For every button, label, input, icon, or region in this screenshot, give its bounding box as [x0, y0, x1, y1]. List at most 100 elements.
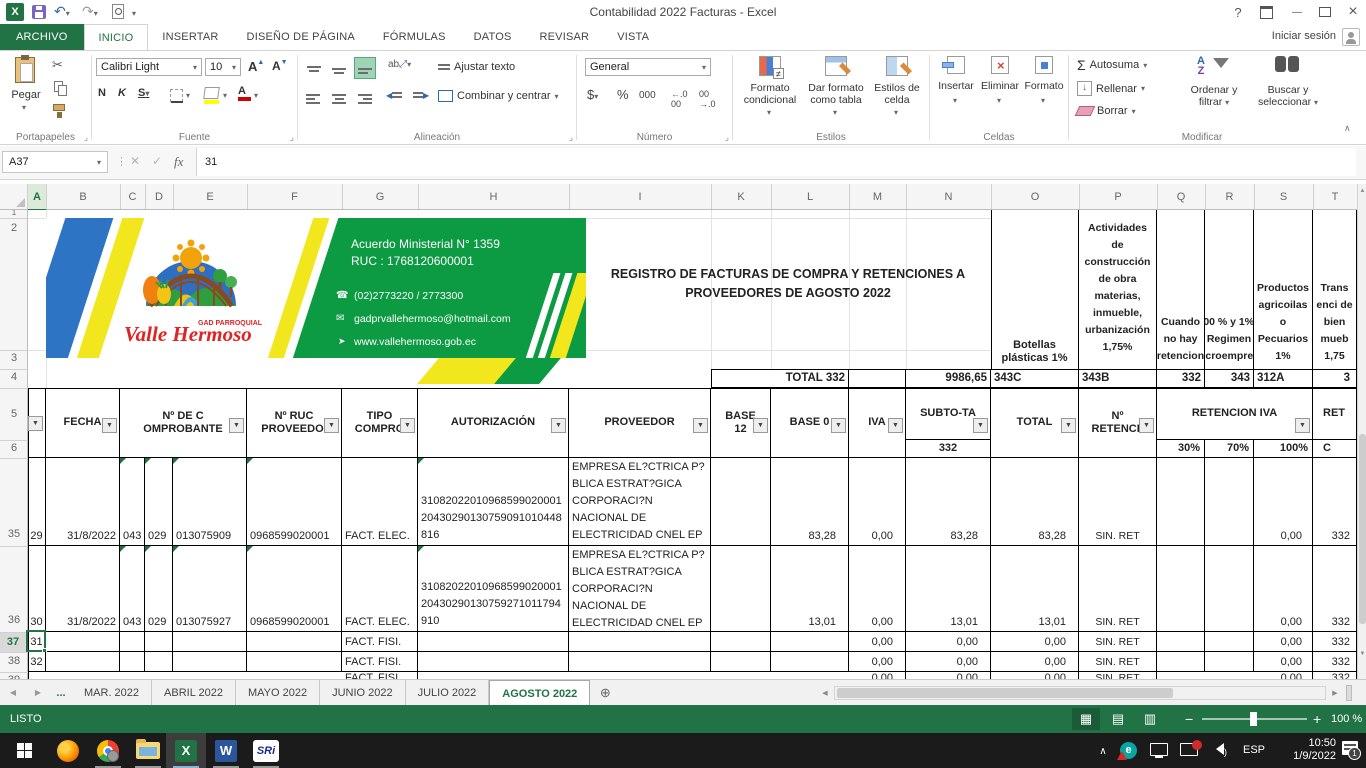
- cell-B35[interactable]: 31/8/2022: [46, 458, 120, 546]
- cell-L35[interactable]: 83,28: [771, 458, 849, 546]
- column-header-N[interactable]: N: [906, 184, 992, 209]
- cell-A35[interactable]: 29: [28, 458, 46, 546]
- filter-button-total[interactable]: ▼: [1061, 418, 1076, 433]
- header-cell-comprobante[interactable]: Nº DE C OMPROBANTE▼: [120, 388, 247, 458]
- tab-insertar[interactable]: INSERTAR: [148, 24, 232, 50]
- cell-O4[interactable]: 343C: [991, 369, 1079, 388]
- cell-S39[interactable]: 0,00: [1254, 672, 1313, 679]
- tab-revisar[interactable]: REVISAR: [526, 24, 604, 50]
- underline-button[interactable]: S▾: [138, 87, 149, 99]
- scroll-down-button[interactable]: ▼: [1358, 647, 1366, 661]
- cell-Q4[interactable]: 332: [1157, 369, 1205, 388]
- cell-R4[interactable]: 343: [1205, 369, 1254, 388]
- network-icon[interactable]: [1150, 743, 1168, 756]
- cell-L37[interactable]: [771, 632, 849, 652]
- sheet-tab-mayo-2022[interactable]: MAYO 2022: [236, 680, 320, 705]
- cell-P39[interactable]: SIN. RET: [1079, 672, 1157, 679]
- cell-M4[interactable]: [849, 369, 906, 388]
- name-box[interactable]: A37▾: [2, 151, 108, 173]
- close-button[interactable]: ×: [1340, 2, 1366, 22]
- shrink-font-button[interactable]: A▼: [272, 59, 288, 73]
- cell-L38[interactable]: [771, 652, 849, 672]
- filter-button-proveedor[interactable]: ▼: [693, 418, 708, 433]
- maximize-button[interactable]: [1312, 2, 1338, 22]
- increase-decimal-button[interactable]: ←.000: [671, 89, 688, 109]
- borders-caret-icon[interactable]: ▾: [186, 91, 190, 100]
- select-all-corner[interactable]: [0, 184, 28, 209]
- insert-function-button[interactable]: fx: [174, 154, 183, 170]
- header-cell-base12[interactable]: BASE 12▼: [711, 388, 771, 458]
- row-header-6[interactable]: 6: [0, 442, 28, 454]
- cell-C36[interactable]: 043: [120, 546, 145, 632]
- grid[interactable]: 1 2 3 4 5 6 35 36 37 38 39: [0, 210, 1357, 679]
- cell-P37[interactable]: SIN. RET: [1079, 632, 1157, 652]
- filter-button-base12[interactable]: ▼: [753, 418, 768, 433]
- filter-button-tipo[interactable]: ▼: [400, 418, 415, 433]
- start-button[interactable]: [0, 733, 48, 768]
- user-avatar-icon[interactable]: [1342, 28, 1360, 46]
- subheader-332[interactable]: 332: [906, 440, 991, 458]
- hscroll-right-button[interactable]: ▶: [1328, 686, 1342, 700]
- column-header-M[interactable]: M: [849, 184, 907, 209]
- word-icon[interactable]: W: [206, 733, 246, 768]
- cell-N38[interactable]: 0,00: [906, 652, 991, 672]
- row-header-4[interactable]: 4: [0, 371, 28, 383]
- header-cell-fecha[interactable]: FECHA▼: [46, 388, 120, 458]
- subheader-70[interactable]: 70%: [1205, 440, 1254, 458]
- tab-split-handle[interactable]: [1346, 685, 1352, 701]
- cell-S37[interactable]: 0,00: [1254, 632, 1313, 652]
- column-header-H[interactable]: H: [418, 184, 570, 209]
- header-cell-autorizacion[interactable]: AUTORIZACIÓN▼: [418, 388, 569, 458]
- cell-Q38[interactable]: [1157, 652, 1205, 672]
- horizontal-scrollbar[interactable]: [834, 686, 1326, 700]
- sheet-tab-more[interactable]: ...: [50, 680, 72, 705]
- cell-Q2[interactable]: Cuando no hay retencion: [1157, 210, 1205, 369]
- cell-K36[interactable]: [711, 546, 771, 632]
- font-size-select[interactable]: 10▾: [205, 58, 241, 76]
- column-header-Q[interactable]: Q: [1157, 184, 1206, 209]
- filter-button-retencion-iva[interactable]: ▼: [1295, 418, 1310, 433]
- font-color-caret-icon[interactable]: ▾: [254, 91, 258, 100]
- cell-D38[interactable]: [145, 652, 173, 672]
- filter-button-nretencion[interactable]: ▼: [1139, 418, 1154, 433]
- cell-G37[interactable]: FACT. FISI.: [342, 632, 418, 652]
- column-header-I[interactable]: I: [569, 184, 712, 209]
- cell-P36[interactable]: SIN. RET: [1079, 546, 1157, 632]
- clock[interactable]: 10:501/9/2022: [1278, 737, 1336, 763]
- sheet-tab-julio-2022[interactable]: JULIO 2022: [406, 680, 490, 705]
- cell-C35[interactable]: 043: [120, 458, 145, 546]
- cell-O35[interactable]: 83,28: [991, 458, 1079, 546]
- ribbon-display-options-button[interactable]: [1254, 2, 1278, 22]
- cell-S35[interactable]: 0,00: [1254, 458, 1313, 546]
- column-header-O[interactable]: O: [991, 184, 1080, 209]
- filter-button-ruc[interactable]: ▼: [324, 418, 339, 433]
- column-header-T[interactable]: T: [1313, 184, 1357, 209]
- zoom-slider-thumb[interactable]: [1250, 712, 1257, 726]
- align-right-button[interactable]: [356, 91, 372, 107]
- zoom-level[interactable]: 100 %: [1331, 713, 1362, 725]
- cell-T35[interactable]: 332: [1313, 458, 1357, 546]
- cell-G39[interactable]: FACT. FISI.: [342, 672, 418, 679]
- cancel-entry-button[interactable]: ✕: [130, 154, 140, 168]
- cell-D36[interactable]: 029: [145, 546, 173, 632]
- tab-vista[interactable]: VISTA: [603, 24, 663, 50]
- fill-color-button[interactable]: [204, 87, 219, 104]
- cell-I36[interactable]: EMPRESA EL?CTRICA P?BLICA ESTRAT?GICA CO…: [569, 546, 711, 632]
- cell-R2[interactable]: 100 % y 1%.- Regimen microempresa: [1205, 210, 1254, 369]
- filter-button-A[interactable]: ▼: [28, 416, 43, 431]
- cell-T36[interactable]: 332: [1313, 546, 1357, 632]
- cell-P4[interactable]: 343B: [1079, 369, 1157, 388]
- cell-S2[interactable]: Productos agricoilas o Pecuarios 1%: [1254, 210, 1313, 369]
- firefox-icon[interactable]: [48, 733, 88, 768]
- column-header-S[interactable]: S: [1254, 184, 1314, 209]
- sheet-nav-right-button[interactable]: ▶: [26, 680, 50, 705]
- sri-icon[interactable]: SRi: [246, 733, 286, 768]
- cell-T2[interactable]: Trans enci de bien mueb 1,75: [1313, 210, 1357, 369]
- cell-F37[interactable]: [247, 632, 342, 652]
- row-header-2[interactable]: 2: [0, 222, 28, 234]
- alignment-dialog-launcher[interactable]: ⌟: [569, 132, 573, 143]
- row-header-38[interactable]: 38: [0, 655, 28, 667]
- fill-button[interactable]: ↓Rellenar▾: [1077, 81, 1145, 96]
- antivirus-tray-icon[interactable]: e: [1120, 742, 1137, 759]
- cell-Q37[interactable]: [1157, 632, 1205, 652]
